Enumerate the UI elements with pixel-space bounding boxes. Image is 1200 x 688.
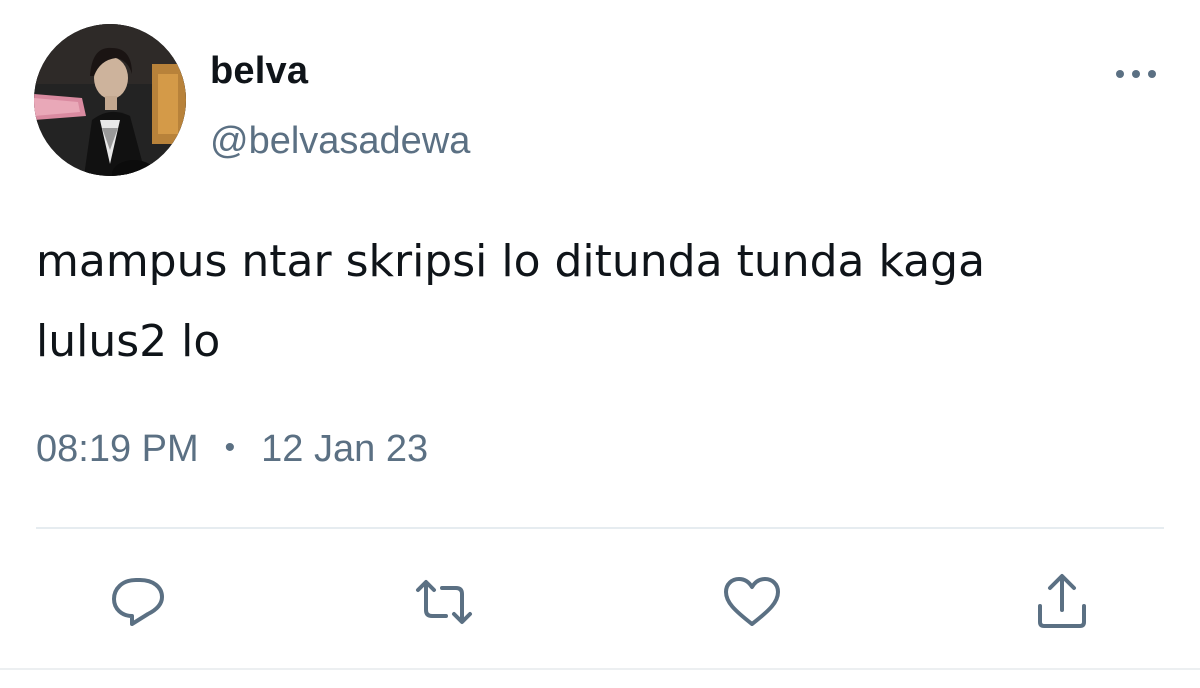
avatar-photo — [34, 24, 186, 176]
heart-icon — [724, 577, 780, 626]
display-name[interactable]: belva — [210, 50, 308, 93]
bottom-divider — [0, 668, 1200, 670]
like-button[interactable] — [720, 570, 784, 634]
reply-icon — [112, 578, 164, 626]
retweet-icon — [416, 580, 472, 624]
tweet-text: mampus ntar skripsi lo ditunda tunda kag… — [36, 222, 1156, 382]
reply-button[interactable] — [106, 570, 170, 634]
share-icon — [1038, 574, 1086, 628]
meta-separator: • — [224, 431, 236, 464]
tweet-date: 12 Jan 23 — [261, 428, 429, 470]
avatar[interactable] — [34, 24, 186, 176]
tweet-timestamp[interactable]: 08:19 PM • 12 Jan 23 — [36, 428, 428, 471]
tweet-text-line: mampus ntar skripsi lo ditunda tunda kag… — [36, 236, 986, 287]
tweet-text-line: lulus2 lo — [36, 316, 221, 367]
tweet-time: 08:19 PM — [36, 428, 199, 470]
divider — [36, 527, 1164, 529]
more-horizontal-icon — [1116, 70, 1156, 78]
share-button[interactable] — [1030, 570, 1094, 634]
retweet-button[interactable] — [412, 570, 476, 634]
tweet-card: belva @belvasadewa mampus ntar skripsi l… — [0, 0, 1200, 688]
more-options-button[interactable] — [1110, 58, 1166, 90]
user-handle[interactable]: @belvasadewa — [210, 120, 470, 163]
